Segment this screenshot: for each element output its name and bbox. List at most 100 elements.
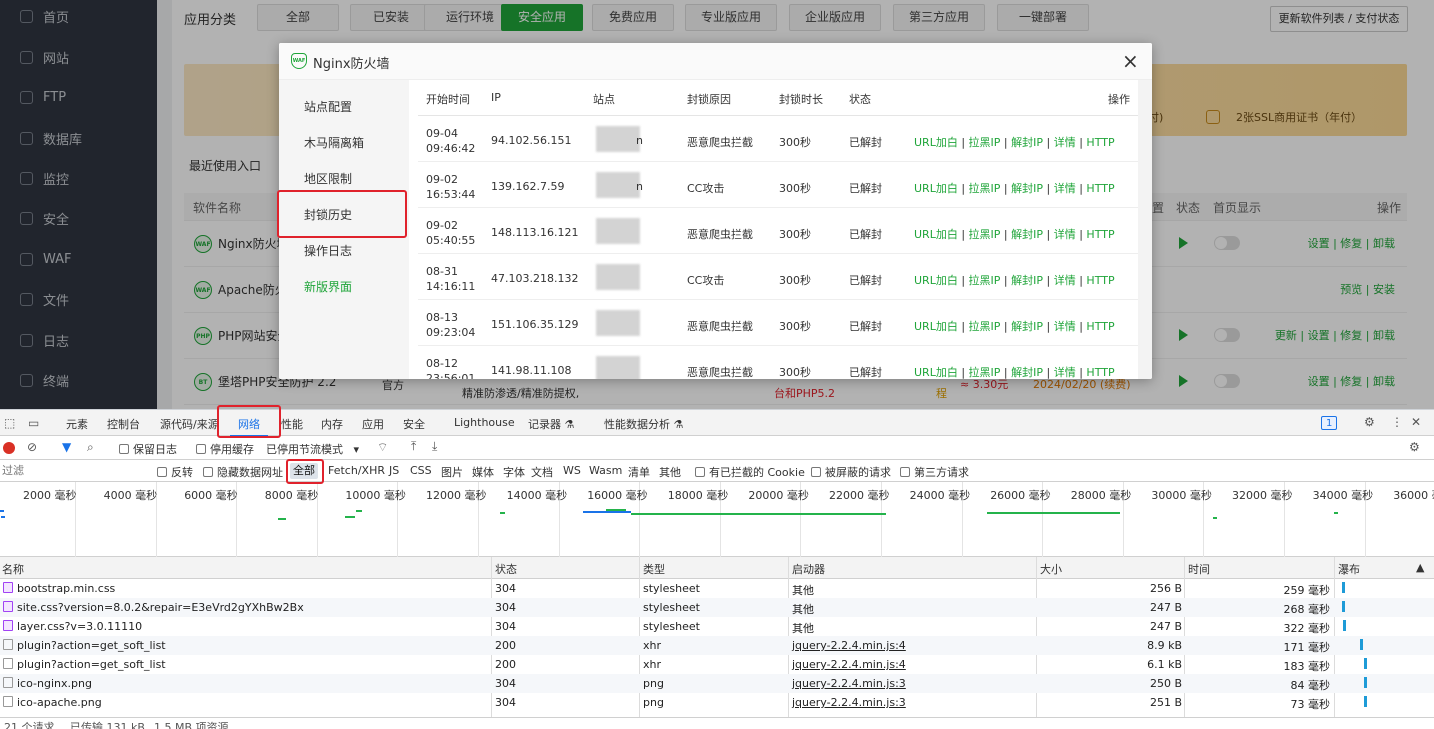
col-type[interactable]: 类型 — [643, 561, 665, 577]
url-whitelist-link[interactable]: URL加白 — [914, 228, 958, 241]
request-initiator[interactable]: jquery-2.2.4.min.js:3 — [792, 696, 906, 709]
unblock-ip-link[interactable]: 解封IP — [1011, 228, 1043, 241]
blacklist-ip-link[interactable]: 拉黑IP — [969, 320, 1001, 333]
url-whitelist-link[interactable]: URL加白 — [914, 274, 958, 287]
unblock-ip-link[interactable]: 解封IP — [1011, 366, 1043, 379]
network-conditions-icon[interactable]: ⌔ — [377, 440, 388, 455]
tab-security[interactable]: 安全 — [403, 416, 425, 432]
unblock-ip-link[interactable]: 解封IP — [1011, 320, 1043, 333]
more-icon[interactable]: ⋮ — [1391, 415, 1403, 429]
request-name[interactable]: layer.css?v=3.0.11110 — [17, 620, 142, 633]
export-icon[interactable]: ⤓ — [432, 439, 437, 454]
menu-operation-log[interactable]: 操作日志 — [304, 242, 352, 259]
record-icon[interactable] — [3, 442, 15, 454]
url-whitelist-link[interactable]: URL加白 — [914, 366, 958, 379]
tab-lighthouse[interactable]: Lighthouse — [454, 416, 515, 429]
details-link[interactable]: 详情 — [1054, 136, 1076, 149]
request-name[interactable]: ico-nginx.png — [17, 677, 92, 690]
filter-css[interactable]: CSS — [410, 464, 432, 477]
menu-trojan-quarantine[interactable]: 木马隔离箱 — [304, 134, 364, 151]
request-name[interactable]: plugin?action=get_soft_list — [17, 639, 166, 652]
unblock-ip-link[interactable]: 解封IP — [1011, 274, 1043, 287]
filter-doc[interactable]: 文档 — [531, 464, 553, 480]
gear-icon[interactable]: ⚙ — [1364, 415, 1375, 429]
blocked-requests-checkbox[interactable]: 被屏蔽的请求 — [811, 464, 891, 480]
filter-fetch-xhr[interactable]: Fetch/XHR — [328, 464, 385, 477]
col-time[interactable]: 时间 — [1188, 561, 1210, 577]
request-name[interactable]: ico-apache.png — [17, 696, 102, 709]
tab-elements[interactable]: 元素 — [66, 416, 88, 432]
import-icon[interactable]: ⤒ — [411, 439, 416, 454]
network-request-row[interactable]: plugin?action=get_soft_list 200 xhr jquery-… — [0, 655, 1434, 674]
sort-up-icon[interactable]: ▲ — [1416, 561, 1424, 574]
http-link[interactable]: HTTP — [1086, 228, 1114, 241]
menu-region-limit[interactable]: 地区限制 — [304, 170, 352, 187]
filter-img[interactable]: 图片 — [441, 464, 463, 480]
request-name[interactable]: plugin?action=get_soft_list — [17, 658, 166, 671]
unblock-ip-link[interactable]: 解封IP — [1011, 182, 1043, 195]
tab-application[interactable]: 应用 — [362, 416, 384, 432]
blacklist-ip-link[interactable]: 拉黑IP — [969, 228, 1001, 241]
details-link[interactable]: 详情 — [1054, 366, 1076, 379]
preserve-log-checkbox[interactable]: 保留日志 — [119, 441, 177, 457]
http-link[interactable]: HTTP — [1086, 182, 1114, 195]
details-link[interactable]: 详情 — [1054, 320, 1076, 333]
tab-memory[interactable]: 内存 — [321, 416, 343, 432]
details-link[interactable]: 详情 — [1054, 182, 1076, 195]
inspect-icon[interactable]: ⬚ — [4, 416, 15, 430]
network-request-row[interactable]: plugin?action=get_soft_list 200 xhr jquery-… — [0, 636, 1434, 655]
col-size[interactable]: 大小 — [1040, 561, 1062, 577]
clear-icon[interactable]: ⊘ — [27, 440, 37, 454]
blacklist-ip-link[interactable]: 拉黑IP — [969, 136, 1001, 149]
http-link[interactable]: HTTP — [1086, 320, 1114, 333]
blacklist-ip-link[interactable]: 拉黑IP — [969, 274, 1001, 287]
filter-icon[interactable]: ▼ — [62, 440, 71, 454]
invert-checkbox[interactable]: 反转 — [157, 464, 193, 480]
request-initiator[interactable]: jquery-2.2.4.min.js:3 — [792, 677, 906, 690]
url-whitelist-link[interactable]: URL加白 — [914, 136, 958, 149]
url-whitelist-link[interactable]: URL加白 — [914, 320, 958, 333]
unblock-ip-link[interactable]: 解封IP — [1011, 136, 1043, 149]
device-toggle-icon[interactable]: ▭ — [28, 416, 39, 430]
filter-other[interactable]: 其他 — [659, 464, 681, 480]
col-waterfall[interactable]: 瀑布 — [1338, 561, 1360, 577]
network-settings-gear-icon[interactable]: ⚙ — [1409, 440, 1420, 454]
third-party-checkbox[interactable]: 第三方请求 — [900, 464, 969, 480]
tab-console[interactable]: 控制台 — [107, 416, 140, 432]
search-icon[interactable]: ⌕ — [87, 440, 94, 455]
filter-font[interactable]: 字体 — [503, 464, 525, 480]
blacklist-ip-link[interactable]: 拉黑IP — [969, 366, 1001, 379]
hide-data-urls-checkbox[interactable]: 隐藏数据网址 — [203, 464, 283, 480]
details-link[interactable]: 详情 — [1054, 274, 1076, 287]
filter-input[interactable] — [0, 462, 148, 479]
blacklist-ip-link[interactable]: 拉黑IP — [969, 182, 1001, 195]
tab-performance-insights[interactable]: 性能数据分析 ⚗ — [604, 416, 683, 432]
request-name[interactable]: site.css?version=8.0.2&repair=E3eVrd2gYX… — [17, 601, 304, 614]
disable-cache-checkbox[interactable]: 停用缓存 — [196, 441, 254, 457]
col-initiator[interactable]: 启动器 — [792, 561, 825, 577]
network-overview-timeline[interactable]: 2000 毫秒 4000 毫秒 6000 毫秒 8000 毫秒 10000 毫秒 1200… — [0, 482, 1434, 557]
filter-wasm[interactable]: Wasm — [589, 464, 622, 477]
menu-new-ui[interactable]: 新版界面 — [304, 278, 352, 295]
col-status[interactable]: 状态 — [495, 561, 517, 577]
col-name[interactable]: 名称 — [2, 561, 24, 577]
filter-js[interactable]: JS — [389, 464, 399, 477]
network-request-row[interactable]: bootstrap.min.css 304 stylesheet 其他 256 B 259… — [0, 579, 1434, 598]
filter-ws[interactable]: WS — [563, 464, 581, 477]
network-request-row[interactable]: ico-apache.png 304 png jquery-2.2.4.min.js:… — [0, 693, 1434, 712]
issues-badge[interactable]: 1 — [1321, 416, 1338, 430]
url-whitelist-link[interactable]: URL加白 — [914, 182, 958, 195]
tab-sources[interactable]: 源代码/来源 — [160, 416, 219, 432]
close-icon[interactable]: × — [1122, 50, 1139, 72]
network-request-row[interactable]: layer.css?v=3.0.11110 304 stylesheet 其他 247 … — [0, 617, 1434, 636]
http-link[interactable]: HTTP — [1086, 366, 1114, 379]
filter-media[interactable]: 媒体 — [472, 464, 494, 480]
network-request-row[interactable]: ico-nginx.png 304 png jquery-2.2.4.min.js:3… — [0, 674, 1434, 693]
blocked-cookies-checkbox[interactable]: 有已拦截的 Cookie — [695, 464, 805, 480]
request-initiator[interactable]: jquery-2.2.4.min.js:4 — [792, 639, 906, 652]
details-link[interactable]: 详情 — [1054, 228, 1076, 241]
filter-manifest[interactable]: 清单 — [628, 464, 650, 480]
tab-recorder[interactable]: 记录器 ⚗ — [528, 416, 574, 432]
network-request-row[interactable]: site.css?version=8.0.2&repair=E3eVrd2gYX… — [0, 598, 1434, 617]
request-name[interactable]: bootstrap.min.css — [17, 582, 115, 595]
